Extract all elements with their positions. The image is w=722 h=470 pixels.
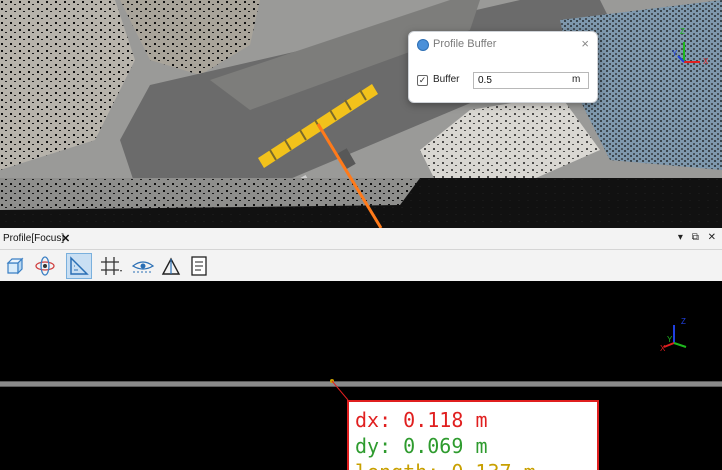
tab-close-button[interactable]: ✕ xyxy=(61,232,70,245)
profile-buffer-dialog: Profile Buffer × ✓ Buffer m xyxy=(408,31,598,103)
triangle-measure-button[interactable] xyxy=(158,253,184,279)
cube-view-button[interactable] xyxy=(2,253,28,279)
dy-label: dy: xyxy=(355,434,392,458)
eye-section-icon xyxy=(131,261,155,273)
dialog-title: Profile Buffer xyxy=(433,38,497,50)
triangle-measure-icon xyxy=(161,257,181,275)
measurement-box: dx: 0.118 m dy: 0.069 m length: 0.137 m xyxy=(347,400,599,470)
report-button[interactable] xyxy=(186,253,212,279)
axis-y-label-profile: Y xyxy=(667,335,673,344)
axis-z-label-profile: Z xyxy=(681,317,686,326)
dx-unit: m xyxy=(475,408,488,432)
profile-tool-icon xyxy=(70,256,89,275)
tab-profile-focus[interactable]: Profile[Focus] xyxy=(0,228,68,250)
grid-section-icon xyxy=(101,257,122,275)
app-window: Z Y X Profile Buffer × ✓ Buffer m Profil… xyxy=(0,0,722,470)
axis-y-label-3d: Y xyxy=(672,49,678,58)
cube-view-icon xyxy=(6,257,24,275)
panel-window-buttons: ▾ ⧉ ✕ xyxy=(672,232,716,243)
panel-close-button[interactable]: ✕ xyxy=(708,232,716,243)
buffer-row: ✓ Buffer m xyxy=(417,72,593,90)
dx-label: dx: xyxy=(355,408,392,432)
measure-dx: dx: 0.118 m xyxy=(355,408,487,432)
panel-float-button[interactable]: ⧉ xyxy=(692,232,699,243)
axis-x-label-3d: X xyxy=(703,57,709,66)
dy-value: 0.069 xyxy=(403,434,464,458)
buffer-label: Buffer xyxy=(433,74,460,85)
length-label: length: xyxy=(355,460,439,470)
length-value: 0.137 xyxy=(451,460,511,470)
orbit-icon xyxy=(35,256,55,276)
length-unit: m xyxy=(524,460,536,470)
app-logo-icon xyxy=(417,39,429,51)
buffer-checkbox[interactable]: ✓ xyxy=(417,75,428,86)
measure-length: length: 0.137 m xyxy=(355,460,536,470)
orbit-button[interactable] xyxy=(32,253,58,279)
eye-section-button[interactable] xyxy=(130,253,156,279)
panel-dropdown-button[interactable]: ▾ xyxy=(678,232,683,243)
buffer-unit: m xyxy=(572,74,581,85)
profile-panel-tabbar: Profile[Focus] ✕ ▾ ⧉ ✕ xyxy=(0,228,722,250)
dialog-close-button[interactable]: × xyxy=(581,36,589,51)
measure-dy: dy: 0.069 m xyxy=(355,434,487,458)
grid-section-button[interactable] xyxy=(98,253,124,279)
axis-z-label-3d: Z xyxy=(680,27,685,36)
point-cloud-scene: Z Y X xyxy=(0,0,722,228)
axis-x-label-profile: X xyxy=(660,344,666,353)
dy-unit: m xyxy=(475,434,488,458)
dx-value: 0.118 xyxy=(403,408,464,432)
dialog-titlebar[interactable]: Profile Buffer × xyxy=(409,32,597,58)
point-cloud-viewport[interactable]: Z Y X xyxy=(0,0,722,228)
profile-tool-button[interactable] xyxy=(66,253,92,279)
report-icon xyxy=(191,256,207,276)
profile-toolbar xyxy=(0,250,722,281)
